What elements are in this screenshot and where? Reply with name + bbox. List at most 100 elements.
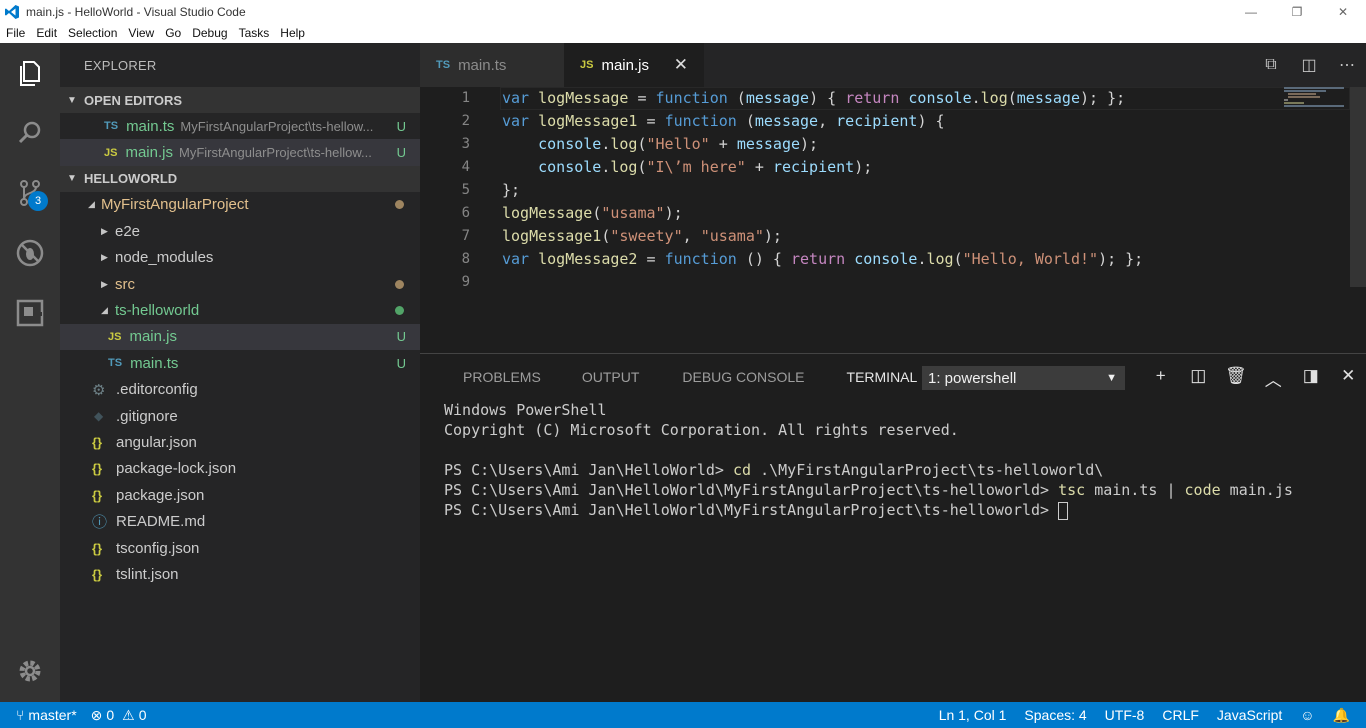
activity-search[interactable] — [0, 109, 60, 157]
untracked-badge: U — [396, 118, 406, 134]
menu-file[interactable]: File — [0, 26, 30, 40]
tab-output[interactable]: OUTPUT — [582, 354, 640, 400]
diamond-icon: ◆ — [94, 409, 104, 424]
menu-go[interactable]: Go — [159, 26, 186, 40]
branch-icon: ⑂ — [16, 707, 25, 723]
tree-file[interactable]: ◆ .gitignore — [60, 403, 420, 429]
menu-view[interactable]: View — [122, 26, 159, 40]
status-bar: ⑂ master* ⊗ 0 ⚠ 0 Ln 1, Col 1 Spaces: 4 … — [0, 702, 1366, 728]
tree-file[interactable]: {} package-lock.json — [60, 456, 420, 482]
tab-main-ts[interactable]: TS main.ts — [420, 43, 564, 87]
indentation[interactable]: Spaces: 4 — [1024, 707, 1086, 723]
encoding[interactable]: UTF-8 — [1105, 707, 1145, 723]
minimize-button[interactable]: — — [1228, 0, 1274, 23]
open-editors-header[interactable]: ▼ OPEN EDITORS — [60, 87, 420, 113]
files-icon — [20, 61, 40, 86]
maximize-button[interactable]: ❐ — [1274, 0, 1320, 23]
open-preview-icon[interactable]: ⧉ — [1252, 56, 1290, 74]
tree-file[interactable]: ⚙ .editorconfig — [60, 377, 420, 403]
terminal[interactable]: Windows PowerShell Copyright (C) Microso… — [420, 400, 1366, 520]
tree-file[interactable]: ⓘ README.md — [60, 508, 420, 534]
editor-area: TS main.ts JS main.js ✕ ⧉ ◫ ⋯ 1 2 3 4 5 … — [420, 43, 1366, 353]
activity-debug[interactable] — [0, 229, 60, 277]
activity-extensions[interactable] — [0, 289, 60, 337]
chevron-down-icon: ▼ — [67, 173, 77, 185]
panel-tabs: PROBLEMS OUTPUT DEBUG CONSOLE TERMINAL 1… — [420, 354, 1366, 400]
tree-file-main-js[interactable]: JS main.js U — [60, 323, 420, 351]
terminal-cursor — [1058, 501, 1069, 520]
menu-selection[interactable]: Selection — [62, 26, 122, 40]
feedback-icon[interactable]: ☺ — [1300, 707, 1314, 723]
close-panel-icon[interactable]: ✕ — [1330, 366, 1366, 391]
open-editor-name: main.ts — [126, 117, 175, 135]
untracked-dot — [395, 306, 404, 316]
cursor-position[interactable]: Ln 1, Col 1 — [939, 707, 1007, 723]
braces-icon: {} — [92, 540, 103, 556]
tree-folder-e2e[interactable]: ▶ e2e — [60, 218, 420, 244]
terminal-select[interactable]: 1: powershell ▼ — [922, 366, 1125, 390]
maximize-panel-icon[interactable]: ︿ — [1255, 366, 1293, 391]
braces-icon: {} — [92, 566, 103, 582]
split-terminal-icon[interactable]: ◫ — [1180, 366, 1218, 391]
open-editor-item[interactable]: JS main.js MyFirstAngularProject\ts-hell… — [60, 139, 420, 166]
editor-actions: ⧉ ◫ ⋯ — [1252, 43, 1366, 87]
menu-tasks[interactable]: Tasks — [233, 26, 275, 40]
tab-debug-console[interactable]: DEBUG CONSOLE — [682, 354, 804, 400]
git-branch[interactable]: master* — [28, 707, 76, 723]
extensions-icon — [16, 299, 44, 327]
tree-folder-node-modules[interactable]: ▶ node_modules — [60, 245, 420, 271]
tab-main-js[interactable]: JS main.js ✕ — [564, 43, 704, 87]
tree-file[interactable]: {} tsconfig.json — [60, 535, 420, 561]
editor-tabs: TS main.ts JS main.js ✕ ⧉ ◫ ⋯ — [420, 43, 1366, 87]
line-number: 3 — [461, 136, 470, 152]
menu-edit[interactable]: Edit — [30, 26, 62, 40]
tree-file-main-ts[interactable]: TS main.ts U — [60, 350, 420, 376]
activity-explorer[interactable] — [0, 49, 60, 97]
terminal-line: PS C:\Users\Ami Jan\HelloWorld> cd .\MyF… — [444, 461, 1104, 479]
language-mode[interactable]: JavaScript — [1217, 707, 1282, 723]
code-line: console.log("Hello" + message); — [538, 135, 819, 153]
title-bar: main.js - HelloWorld - Visual Studio Cod… — [0, 0, 1366, 23]
line-number: 2 — [461, 113, 470, 129]
line-ending[interactable]: CRLF — [1162, 707, 1199, 723]
tree-file[interactable]: {} package.json — [60, 482, 420, 508]
chevron-down-icon: ◢ — [88, 199, 95, 210]
menu-debug[interactable]: Debug — [186, 26, 232, 40]
explorer-title: EXPLORER — [84, 57, 157, 73]
tree-file[interactable]: {} tslint.json — [60, 561, 420, 587]
trash-icon[interactable]: 🗑 — [1217, 366, 1255, 391]
chevron-right-icon: ▶ — [101, 252, 108, 263]
tab-terminal[interactable]: TERMINAL — [847, 354, 918, 400]
tab-problems[interactable]: PROBLEMS — [463, 354, 541, 400]
code-line: console.log("I\’m here" + recipient); — [538, 158, 873, 176]
activity-source-control[interactable]: 3 — [0, 169, 60, 217]
tree-folder-ts-helloworld[interactable]: ◢ ts-helloworld — [60, 297, 420, 323]
braces-icon: {} — [92, 434, 103, 450]
javascript-file-icon: JS — [580, 59, 594, 71]
open-editor-item[interactable]: TS main.ts MyFirstAngularProject\ts-hell… — [60, 113, 420, 139]
line-number: 4 — [461, 159, 470, 175]
activity-settings[interactable] — [0, 647, 60, 695]
add-terminal-icon[interactable]: + — [1142, 366, 1180, 391]
tree-file[interactable]: {} angular.json — [60, 429, 420, 455]
bell-icon[interactable]: 🔔 — [1333, 707, 1350, 724]
minimap[interactable] — [1284, 87, 1348, 107]
split-editor-icon[interactable]: ◫ — [1290, 55, 1328, 75]
code-line: }; — [502, 181, 521, 199]
warning-count[interactable]: 0 — [139, 707, 147, 723]
tree-folder-project[interactable]: ◢ MyFirstAngularProject — [60, 192, 420, 218]
close-icon[interactable]: ✕ — [674, 55, 688, 75]
gear-icon — [19, 660, 41, 682]
workspace-header[interactable]: ▼ HELLOWORLD — [60, 165, 420, 192]
menu-bar: File Edit Selection View Go Debug Tasks … — [0, 23, 1366, 43]
toggle-panel-position-icon[interactable]: ◨ — [1292, 366, 1330, 391]
panel-actions: + ◫ 🗑 ︿ ◨ ✕ — [1142, 366, 1366, 391]
menu-help[interactable]: Help — [274, 26, 310, 40]
more-actions-icon[interactable]: ⋯ — [1328, 55, 1366, 75]
chevron-down-icon: ◢ — [101, 305, 108, 316]
editor-scrollbar[interactable] — [1350, 87, 1366, 287]
tree-folder-src[interactable]: ▶ src — [60, 271, 420, 297]
close-window-button[interactable]: ✕ — [1320, 0, 1366, 23]
error-count[interactable]: 0 — [106, 707, 114, 723]
